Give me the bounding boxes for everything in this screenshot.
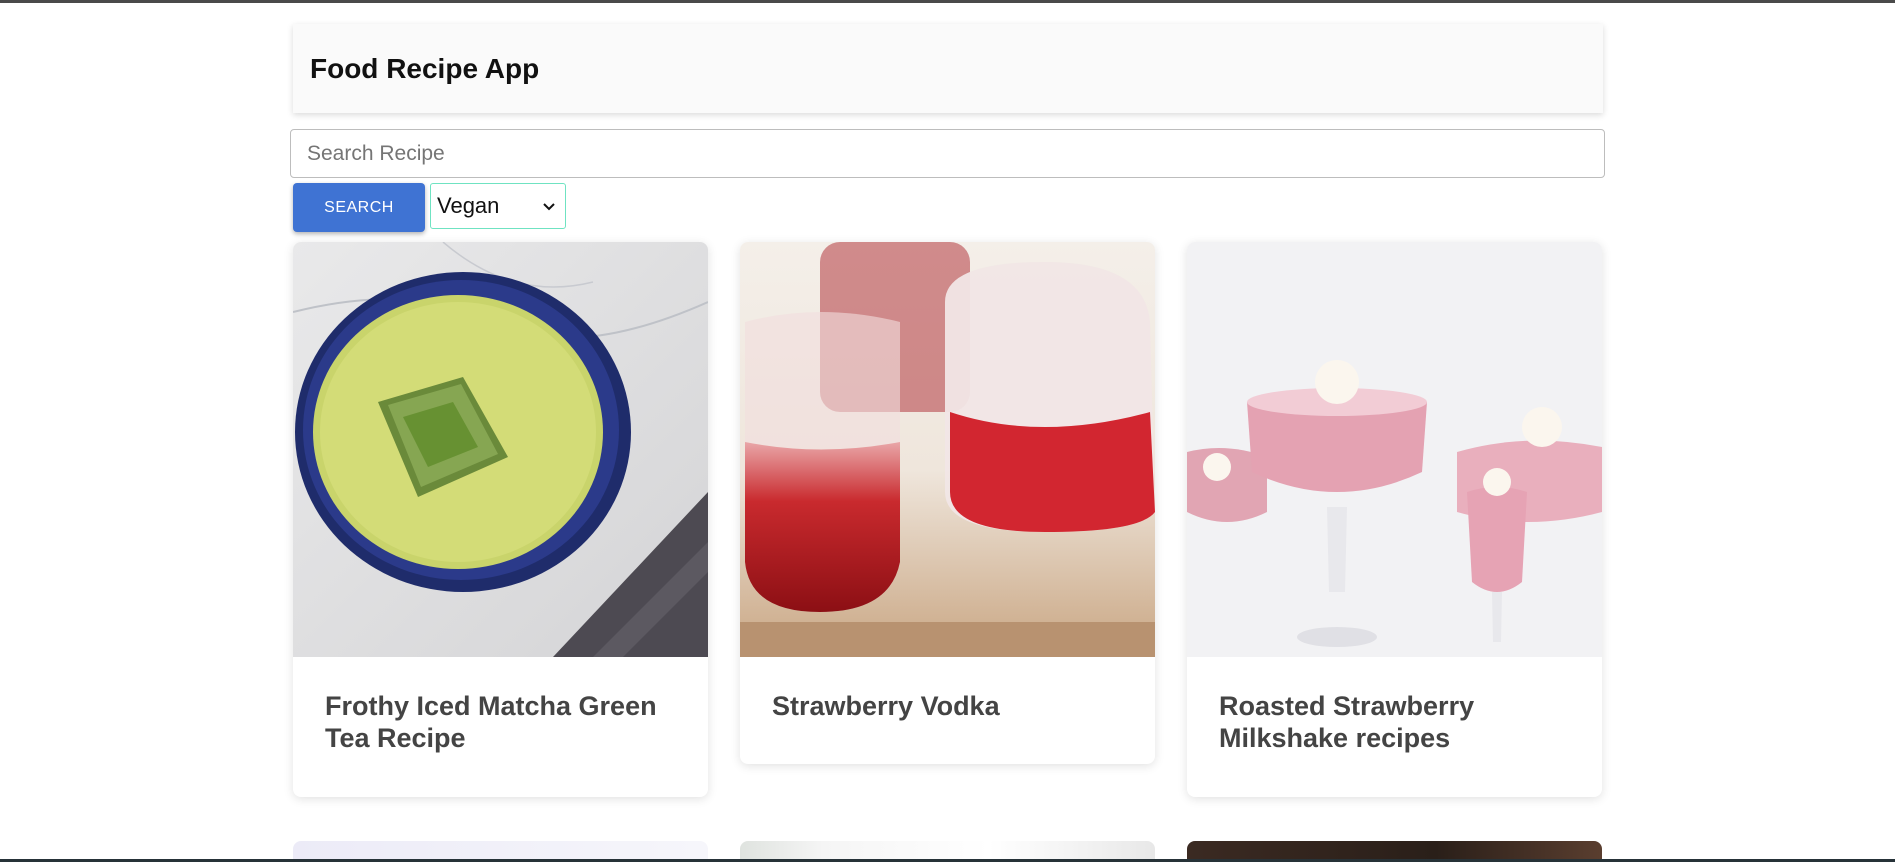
search-button[interactable]: SEARCH: [293, 183, 425, 232]
recipe-card[interactable]: Frothy Iced Matcha Green Tea Recipe: [293, 242, 708, 797]
search-input[interactable]: [290, 129, 1605, 178]
recipe-image[interactable]: [740, 242, 1155, 657]
recipe-image[interactable]: [293, 242, 708, 657]
chevron-down-icon: [543, 203, 555, 211]
app-title: Food Recipe App: [310, 52, 540, 84]
recipe-title[interactable]: Roasted Strawberry Milkshake recipes: [1187, 657, 1602, 787]
recipe-image[interactable]: [1187, 242, 1602, 657]
recipe-title[interactable]: Frothy Iced Matcha Green Tea Recipe: [293, 657, 708, 787]
diet-filter-value: Vegan: [437, 193, 500, 218]
recipe-card[interactable]: Strawberry Vodka: [740, 242, 1155, 764]
recipe-card[interactable]: Roasted Strawberry Milkshake recipes: [1187, 242, 1602, 797]
app-header: Food Recipe App: [293, 24, 1603, 113]
diet-filter-select[interactable]: Vegan: [430, 183, 566, 229]
top-border: [0, 0, 1895, 3]
recipe-title[interactable]: Strawberry Vodka: [740, 657, 1155, 755]
